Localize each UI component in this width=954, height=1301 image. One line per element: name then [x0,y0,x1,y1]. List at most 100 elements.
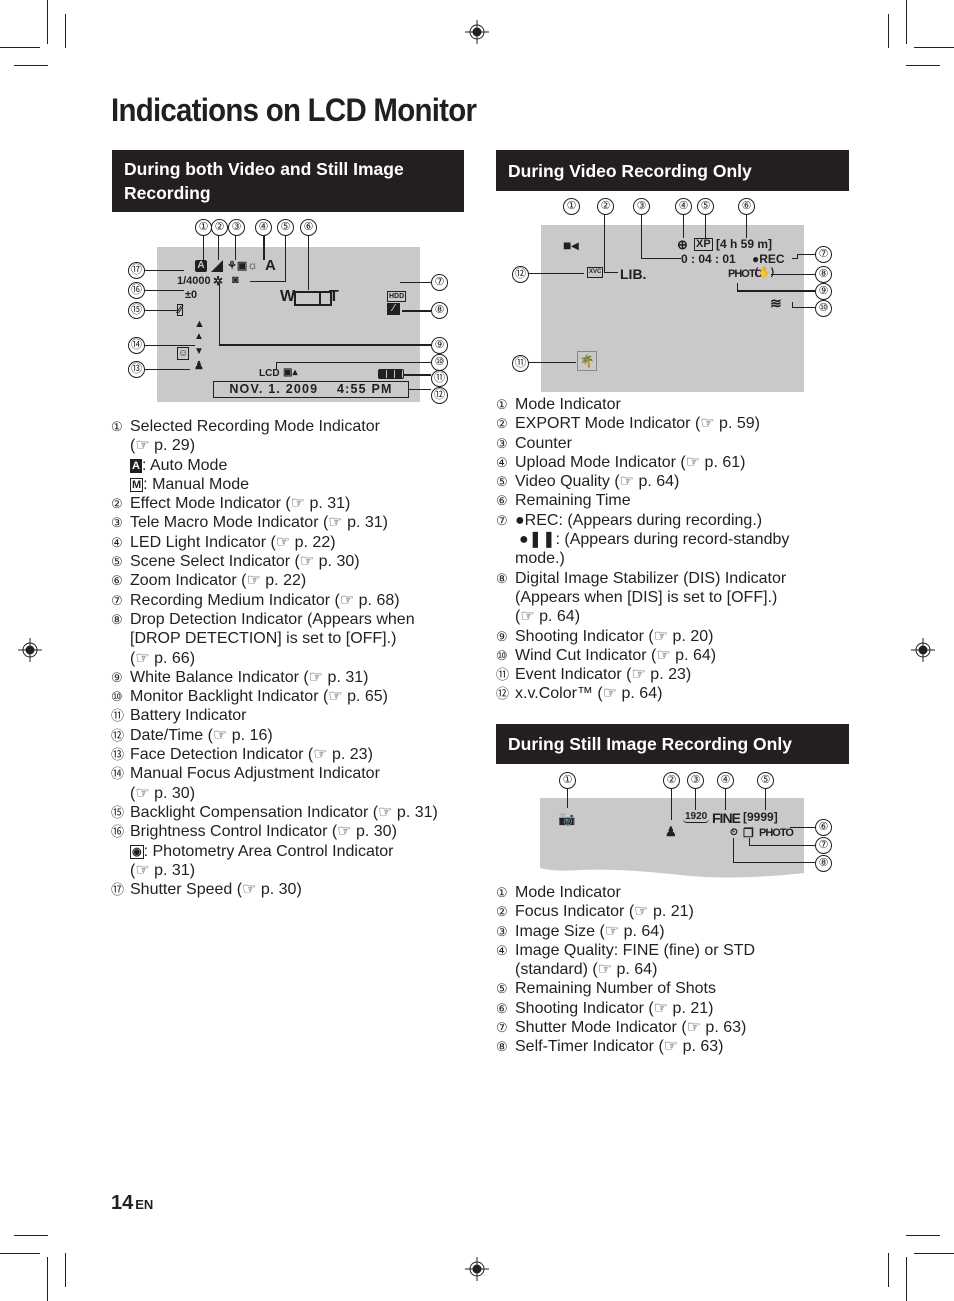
callout-10: ⑩ [431,354,448,371]
crop-mark [65,14,66,48]
leader-line [604,214,605,273]
registration-mark-icon [465,20,489,44]
backlight-comp-icon: ⁄⁄ [177,304,183,316]
battery-icon [378,369,404,379]
lcd-backlight-icon: ▣▴ [283,367,298,378]
crop-mark [65,1253,66,1287]
callout-12: ⑫ [431,387,448,404]
wind-cut-icon: ≋ [770,295,782,311]
callout-5: ⑤ [757,772,774,789]
callout-11: ⑪ [512,355,529,372]
leader-line [285,235,286,282]
callout-8: ⑧ [431,302,448,319]
led-light-icon: ☼ [247,258,258,272]
leader-line [765,788,766,810]
list-item: ① Mode Indicator [496,396,621,413]
leader-line [400,282,431,283]
manual-mode-badge: M [130,477,144,492]
mode-auto-icon: A [195,260,207,272]
callout-2: ② [663,772,680,789]
leader-line [144,369,190,370]
leader-line [746,214,747,238]
callout-16: ⑯ [128,282,145,299]
callout-9: ⑨ [815,283,832,300]
upload-mode-icon: ⊕ [677,237,688,252]
list-item: ⑥ Remaining Time [496,492,631,510]
focus-down-icon: ▼ [194,346,204,357]
leader-line [144,270,184,271]
list-item: ③ Tele Macro Mode Indicator (☞ p. 31) [111,514,389,532]
list-item: ② EXPORT Mode Indicator (☞ p. 59) [496,415,760,433]
callout-3: ③ [687,772,704,789]
leader-line [219,283,220,345]
camera-mode-icon: 📷 [558,810,576,826]
auto-mode-badge: A [130,458,142,473]
list-item: ⑦ Shutter Mode Indicator (☞ p. 63) [496,1019,747,1037]
video-mode-icon: ■◂ [563,237,579,253]
leader-line [235,235,236,260]
list-item: ◉: Photometry Area Control Indicator (☞ p… [130,842,394,879]
crop-mark [914,1253,954,1254]
list-item: ⑫ Date/Time (☞ p. 16) [111,726,273,744]
leader-line [733,862,815,863]
shooting-indicator-value: PHOTO [759,827,794,839]
leader-line [409,389,431,390]
event-icon: 🌴 [577,351,597,371]
list-item: ⑪ Battery Indicator [111,707,247,725]
image-quality-value: FINE [712,810,741,826]
leader-line [725,788,726,810]
brightness-value: ±0 [185,289,198,301]
leader-line [144,290,184,291]
callout-5: ⑤ [277,219,294,236]
zoom-wide-label: W [280,288,296,305]
date-time-value: NOV. 1. 2009 4:55 PM [213,381,409,398]
crop-mark [14,65,48,66]
list-item: ⑥ Zoom Indicator (☞ p. 22) [111,572,307,590]
leader-line [749,845,815,846]
callout-2: ② [597,198,614,215]
callout-4: ④ [717,772,734,789]
leader-line [263,235,265,260]
image-size-value: 1920 [683,811,710,823]
callout-1: ① [195,219,212,236]
registration-mark-icon [911,638,935,662]
leader-line [671,788,672,820]
callout-8: ⑧ [815,266,832,283]
callout-8: ⑧ [815,855,832,872]
list-item: ① Selected Recording Mode Indicator (☞ p. … [111,418,380,455]
recording-medium-value: HDD [387,291,407,302]
list-item: A: Auto Mode [130,456,228,474]
list-item: ⑧ Drop Detection Indicator (Appears when[… [111,610,415,667]
photometry-badge: ◉ [130,844,144,859]
list-item: ④ Upload Mode Indicator (☞ p. 61) [496,453,746,471]
list-item: ⑰ Shutter Speed (☞ p. 30) [111,881,302,899]
registration-mark-icon [18,638,42,662]
remaining-time-value: [4 h 59 m] [716,237,773,251]
tele-macro-icon: ⚘▣ [227,260,248,272]
indicator-list-still: ① Mode Indicator ② Focus Indicator (☞ p. 2… [496,883,851,1057]
list-item: ⑩ Wind Cut Indicator (☞ p. 64) [496,646,717,664]
self-timer-icon: ⏲ [730,827,738,838]
callout-6: ⑥ [738,198,755,215]
callout-9: ⑨ [431,337,448,354]
section-header-video: During Video Recording Only [496,150,849,191]
leader-line [737,290,815,292]
focus-icon: ♟ [665,824,677,839]
callout-3: ③ [228,219,245,236]
leader-line [604,272,618,273]
callout-6: ⑥ [815,819,832,836]
callout-5: ⑤ [697,198,714,215]
leader-line [404,374,431,376]
list-item: ⑩ Monitor Backlight Indicator (☞ p. 65) [111,688,389,706]
leader-line [308,235,309,290]
list-item: ⑤ Remaining Number of Shots [496,980,716,998]
callout-10: ⑩ [815,300,832,317]
callout-4: ④ [255,219,272,236]
remaining-shots-value: [9999] [743,810,778,824]
crop-mark [14,1235,48,1236]
export-mode-value: LIB. [620,266,647,282]
leader-line [528,273,584,274]
focus-near-icon: ♟ [194,360,204,372]
leader-line [641,258,681,259]
counter-value: 0 : 04 : 01 [681,252,736,266]
